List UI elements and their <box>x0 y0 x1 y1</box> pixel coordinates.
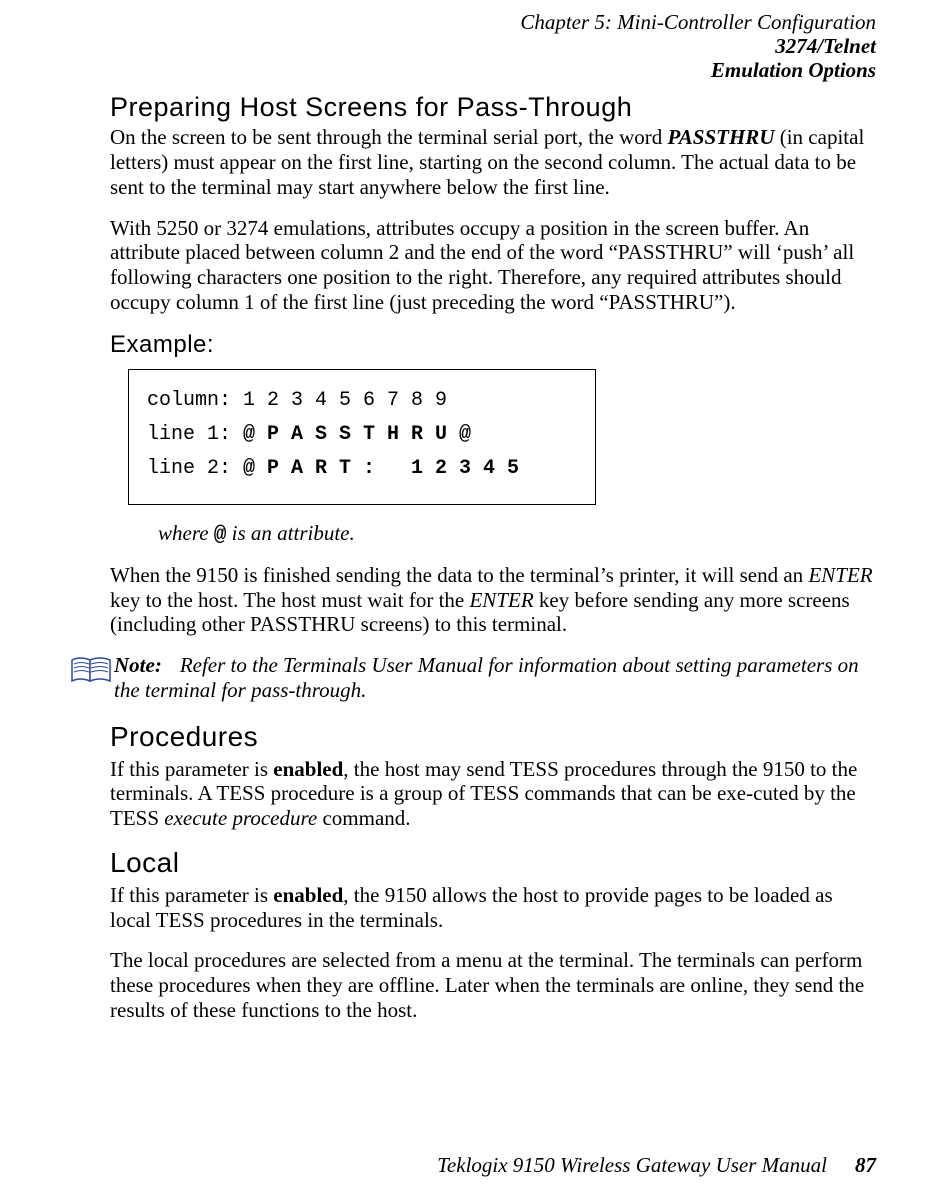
para-procedures: If this parameter is enabled, the host m… <box>110 757 876 831</box>
header-chapter: Chapter 5: Mini-Controller Configuration <box>55 10 876 34</box>
header-subsection: Emulation Options <box>55 58 876 82</box>
footer-title: Teklogix 9150 Wireless Gateway User Manu… <box>437 1153 827 1177</box>
heading-procedures: Procedures <box>110 721 876 753</box>
example-row-column: column: 1 2 3 4 5 6 7 8 9 <box>147 384 577 418</box>
note-block: Note:Refer to the Terminals User Manual … <box>70 653 876 703</box>
para-passthru-intro: On the screen to be sent through the ter… <box>110 125 876 199</box>
note-text: Note:Refer to the Terminals User Manual … <box>114 653 876 703</box>
content: Preparing Host Screens for Pass-Through … <box>110 92 876 1022</box>
header-section: 3274/Telnet <box>55 34 876 58</box>
para-attributes: With 5250 or 3274 emulations, attributes… <box>110 216 876 315</box>
example-where: where @ is an attribute. <box>158 521 876 547</box>
heading-local: Local <box>110 847 876 879</box>
page-number: 87 <box>855 1153 876 1177</box>
example-row-line1: line 1: @ P A S S T H R U @ <box>147 418 577 452</box>
example-box: column: 1 2 3 4 5 6 7 8 9 line 1: @ P A … <box>128 369 596 505</box>
para-local-1: If this parameter is enabled, the 9150 a… <box>110 883 876 933</box>
running-header: Chapter 5: Mini-Controller Configuration… <box>55 10 876 82</box>
para-local-2: The local procedures are selected from a… <box>110 948 876 1022</box>
page: Chapter 5: Mini-Controller Configuration… <box>0 0 931 1198</box>
book-icon <box>70 655 112 685</box>
para-enter-key: When the 9150 is finished sending the da… <box>110 563 876 637</box>
example-label: Example: <box>110 331 876 359</box>
example-row-line2: line 2: @ P A R T : 1 2 3 4 5 <box>147 452 577 486</box>
footer: Teklogix 9150 Wireless Gateway User Manu… <box>437 1153 876 1178</box>
heading-preparing: Preparing Host Screens for Pass-Through <box>110 92 876 123</box>
